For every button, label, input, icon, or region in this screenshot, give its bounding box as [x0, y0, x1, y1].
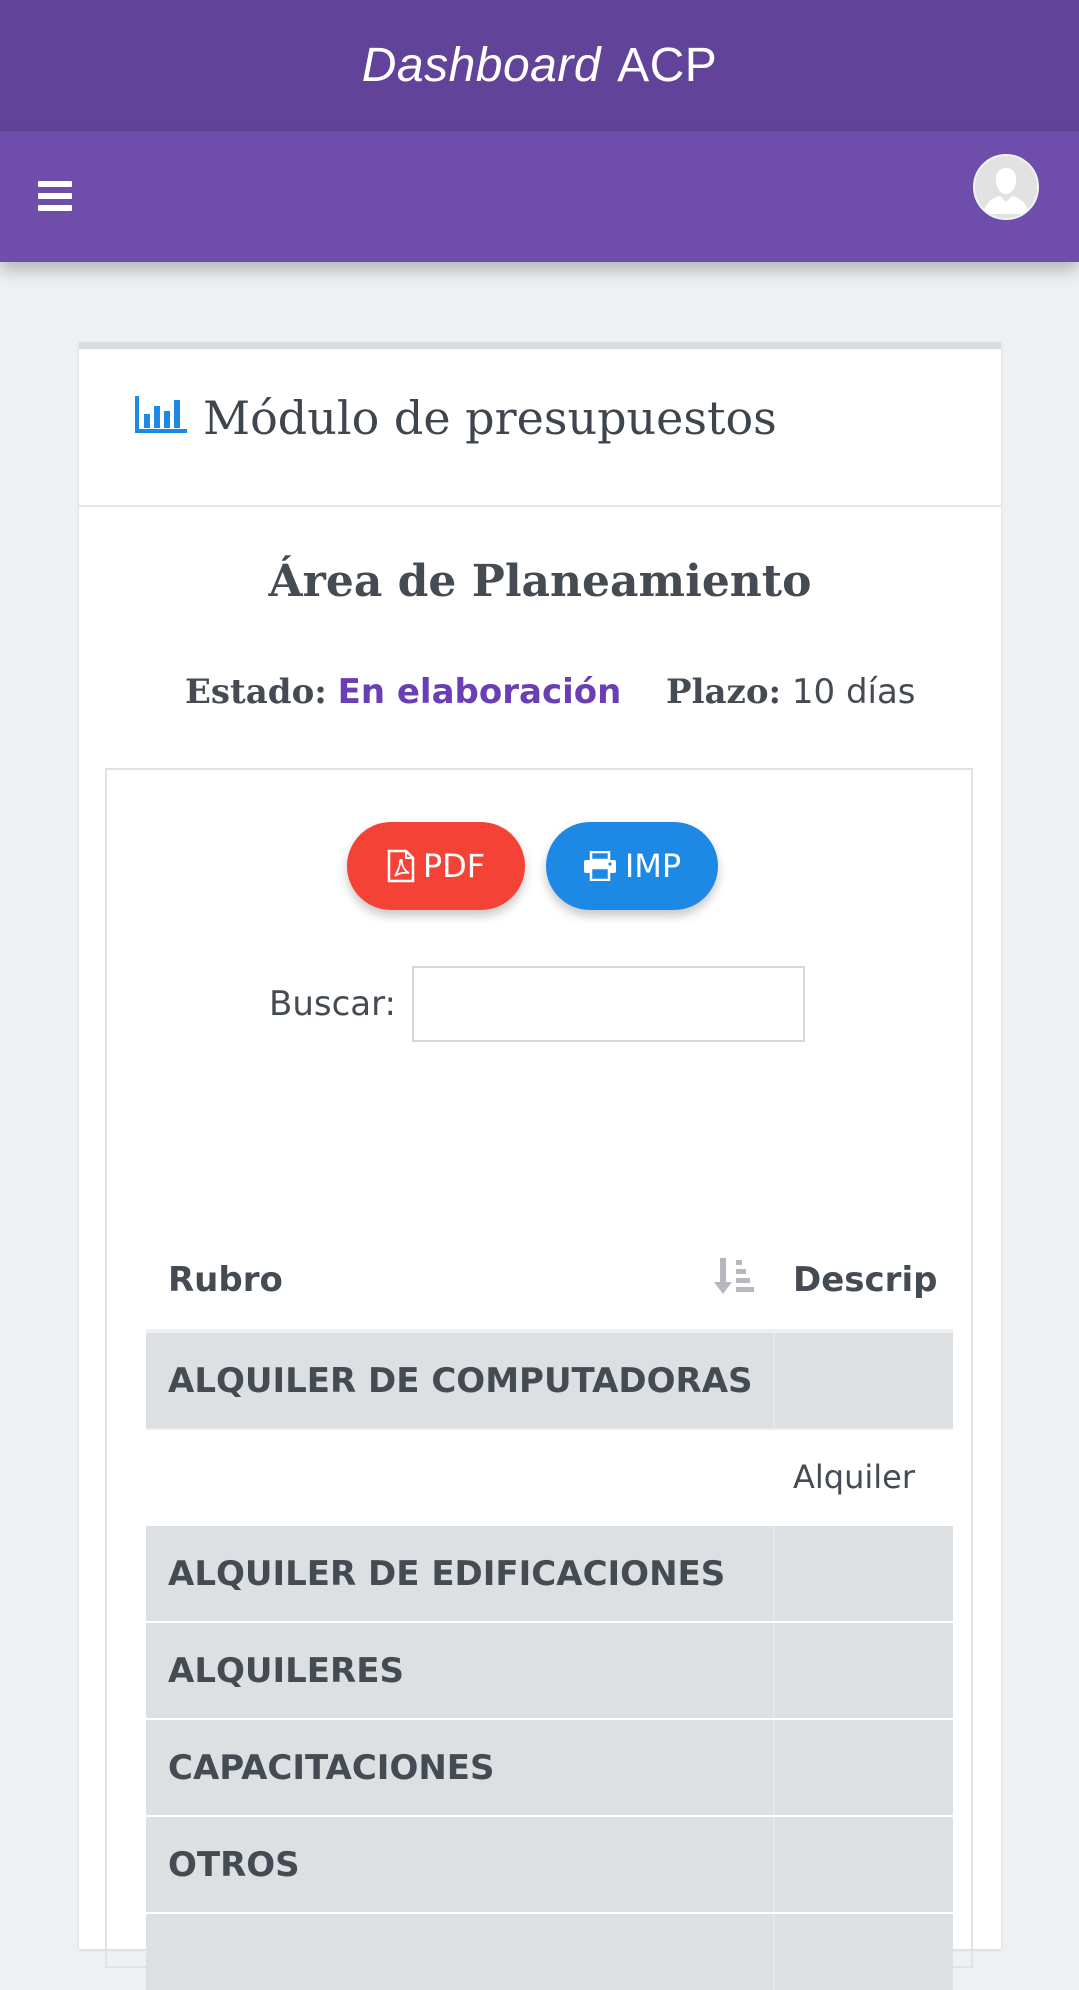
- plazo-value: 10 días: [791, 672, 916, 712]
- estado-label: Estado:: [185, 672, 327, 712]
- file-pdf-icon: [387, 849, 415, 883]
- column-header-descripcion[interactable]: Descrip: [793, 1260, 937, 1300]
- budget-card: Módulo de presupuestos Área de Planeamie…: [79, 342, 1001, 1990]
- search-label: Buscar:: [269, 984, 396, 1024]
- estado: Estado: En elaboración: [185, 672, 621, 712]
- cell-rubro: CAPACITACIONES: [168, 1748, 495, 1788]
- cell-rubro: ALQUILERES: [168, 1651, 404, 1691]
- bar-chart-icon: [135, 391, 189, 445]
- cell-rubro: OTROS: [168, 1845, 300, 1885]
- plazo: Plazo: 10 días: [666, 672, 916, 712]
- pdf-button-label: PDF: [422, 847, 486, 885]
- cell-rubro: ALQUILER DE COMPUTADORAS: [168, 1361, 753, 1401]
- table-row[interactable]: Alquiler: [146, 1428, 953, 1525]
- user-avatar-icon[interactable]: [973, 154, 1039, 220]
- search-input[interactable]: [411, 966, 805, 1042]
- card-title: Módulo de presupuestos: [135, 391, 777, 445]
- cell-divider: [773, 1333, 775, 1428]
- pdf-button[interactable]: PDF: [347, 822, 525, 910]
- cell-divider: [773, 1720, 775, 1815]
- bars-icon[interactable]: [38, 181, 72, 211]
- column-header-rubro[interactable]: Rubro: [168, 1260, 283, 1300]
- app-header: Dashboard ACP: [0, 0, 1079, 131]
- cell-divider: [773, 1914, 775, 1990]
- cell-divider: [773, 1526, 775, 1621]
- area-title: Área de Planeamiento: [268, 556, 812, 607]
- table-row[interactable]: CAPACITACIONES: [146, 1720, 953, 1815]
- cell-divider: [773, 1817, 775, 1912]
- plazo-label: Plazo:: [666, 672, 782, 712]
- table-row[interactable]: [146, 1914, 953, 1990]
- app-title-italic: Dashboard: [361, 39, 602, 92]
- budget-table: Rubro Descrip ALQUILER DE COMPUTADORAS A…: [146, 1230, 953, 1990]
- table-container: PDF IMP Buscar: Rubro Descrip ALQUILER D…: [105, 768, 973, 1990]
- cell-divider: [773, 1623, 775, 1718]
- print-button-label: IMP: [624, 847, 682, 885]
- card-title-text: Módulo de presupuestos: [203, 391, 777, 445]
- cell-rubro: ALQUILER DE EDIFICACIONES: [168, 1554, 726, 1594]
- sort-amount-down-icon[interactable]: [714, 1254, 754, 1302]
- table-header: Rubro Descrip: [146, 1230, 953, 1333]
- card-header: Módulo de presupuestos: [79, 349, 1001, 507]
- table-row[interactable]: OTROS: [146, 1817, 953, 1912]
- estado-value: En elaboración: [337, 672, 622, 712]
- navbar: [0, 131, 1079, 262]
- table-row[interactable]: ALQUILERES: [146, 1623, 953, 1718]
- app-title: Dashboard ACP: [362, 38, 718, 93]
- print-icon: [583, 851, 616, 881]
- app-title-rest: ACP: [617, 39, 718, 92]
- cell-descripcion: Alquiler: [793, 1458, 915, 1496]
- table-row[interactable]: ALQUILER DE EDIFICACIONES: [146, 1526, 953, 1621]
- search-row: Buscar:: [269, 966, 805, 1042]
- table-row[interactable]: ALQUILER DE COMPUTADORAS: [146, 1333, 953, 1428]
- print-button[interactable]: IMP: [546, 822, 718, 910]
